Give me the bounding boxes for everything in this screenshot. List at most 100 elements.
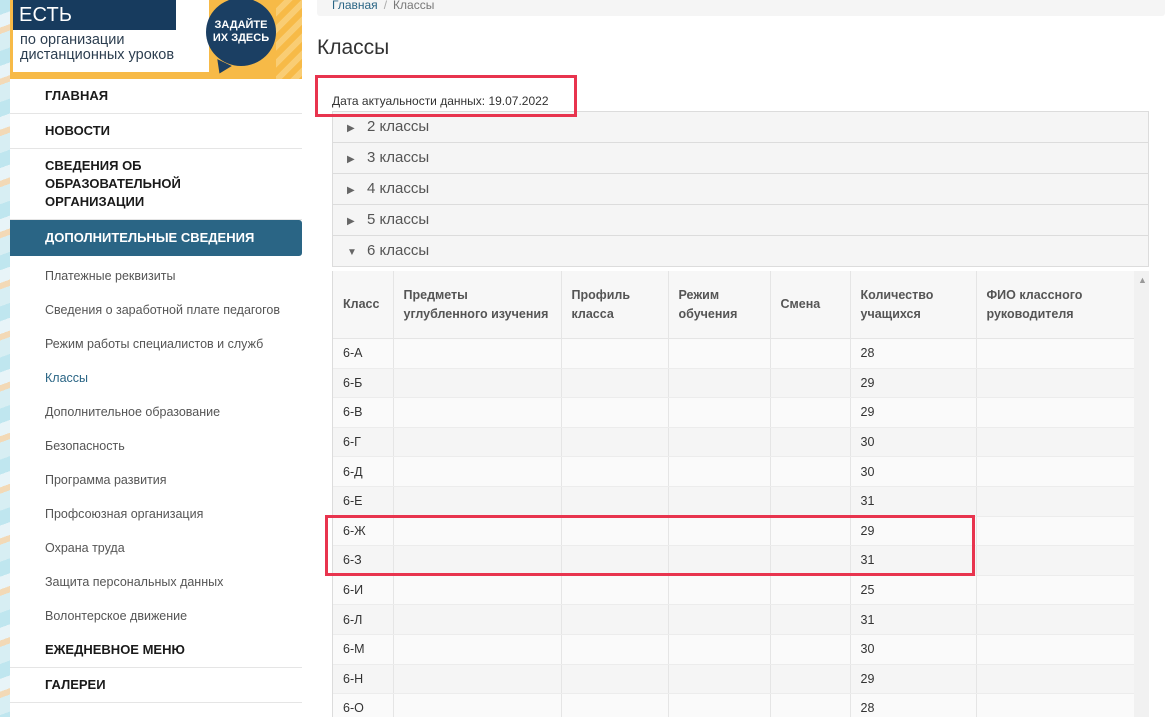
sidebar-sub-teacher-salary[interactable]: Сведения о заработной плате педагогов	[10, 293, 302, 327]
table-cell	[393, 634, 562, 665]
table-cell	[976, 368, 1136, 399]
table-cell	[561, 693, 669, 717]
column-header-teacher: ФИО классного руководителя	[976, 271, 1136, 339]
sidebar-sub-development-program[interactable]: Программа развития	[10, 463, 302, 497]
accordion-grade-4[interactable]: ▶ 4 классы	[332, 174, 1149, 205]
classes-table: Класс Предметы углубленного изучения Про…	[333, 271, 1136, 717]
table-row: 6-А 28	[333, 338, 1136, 369]
table-cell	[770, 545, 851, 576]
table-cell	[668, 486, 771, 517]
accordion-label: 2 классы	[367, 118, 430, 135]
table-cell	[668, 604, 771, 635]
ask-here-bubble[interactable]: ЗАДАЙТЕ ИХ ЗДЕСЬ	[206, 0, 276, 66]
table-cell	[976, 456, 1136, 487]
accordion-grade-3[interactable]: ▶ 3 классы	[332, 143, 1149, 174]
sidebar-sub-volunteering[interactable]: Волонтерское движение	[10, 599, 302, 633]
nav-item-daily-menu[interactable]: ЕЖЕДНЕВНОЕ МЕНЮ	[10, 633, 302, 668]
table-cell	[770, 368, 851, 399]
table-cell: 28	[850, 693, 977, 717]
nav-item-organization-info[interactable]: СВЕДЕНИЯ ОБ ОБРАЗОВАТЕЛЬНОЙ ОРГАНИЗАЦИИ	[10, 149, 302, 220]
column-header-class: Класс	[333, 271, 394, 339]
table-cell	[561, 664, 669, 695]
accordion-label: 3 классы	[367, 149, 430, 166]
table-cell	[770, 516, 851, 547]
decorative-background-strip	[0, 0, 10, 717]
table-cell	[770, 634, 851, 665]
table-cell	[393, 516, 562, 547]
table-cell	[770, 575, 851, 606]
table-cell	[393, 338, 562, 369]
data-date: Дата актуальности данных: 19.07.2022	[332, 94, 549, 108]
expanded-arrow-icon: ▼	[347, 247, 357, 258]
sidebar-sub-labor-protection[interactable]: Охрана труда	[10, 531, 302, 565]
table-cell	[668, 693, 771, 717]
sidebar-sub-specialists-schedule[interactable]: Режим работы специалистов и служб	[10, 327, 302, 361]
table-body: 6-А 28 6-Б 29 6-В 29 6-Г 30 6-Д 30 6-Е 31 6-Ж 29 6-З 31…	[333, 338, 1136, 717]
table-row: 6-З 31	[333, 545, 1136, 576]
table-cell: 6-О	[333, 693, 394, 717]
breadcrumb-home-link[interactable]: Главная	[332, 0, 378, 12]
table-row: 6-Е 31	[333, 486, 1136, 517]
table-row: 6-И 25	[333, 575, 1136, 606]
table-cell	[976, 397, 1136, 428]
sidebar-sub-personal-data[interactable]: Защита персональных данных	[10, 565, 302, 599]
table-cell: 6-М	[333, 634, 394, 665]
breadcrumb-separator: /	[383, 0, 388, 12]
table-cell	[976, 634, 1136, 665]
nav-item-news[interactable]: НОВОСТИ	[10, 114, 302, 149]
banner-stripe-decoration	[276, 0, 302, 79]
table-cell	[976, 693, 1136, 717]
accordion-grade-6[interactable]: ▼ 6 классы	[332, 236, 1149, 267]
table-cell	[976, 664, 1136, 695]
table-cell	[393, 368, 562, 399]
breadcrumb: Главная / Классы	[317, 0, 1165, 16]
table-cell: 6-И	[333, 575, 394, 606]
table-cell	[561, 456, 669, 487]
table-cell	[770, 604, 851, 635]
table-row: 6-М 30	[333, 634, 1136, 665]
table-cell	[393, 575, 562, 606]
table-cell	[561, 545, 669, 576]
table-cell	[668, 545, 771, 576]
nav-item-additional-info[interactable]: ДОПОЛНИТЕЛЬНЫЕ СВЕДЕНИЯ	[10, 220, 302, 256]
table-cell	[770, 456, 851, 487]
sidebar-sub-classes[interactable]: Классы	[10, 361, 302, 395]
table-row: 6-Г 30	[333, 427, 1136, 458]
sidebar-sub-trade-union[interactable]: Профсоюзная организация	[10, 497, 302, 531]
table-cell: 29	[850, 368, 977, 399]
column-header-profile: Профиль класса	[561, 271, 669, 339]
table-cell	[393, 456, 562, 487]
table-cell: 29	[850, 664, 977, 695]
sidebar-sub-safety[interactable]: Безопасность	[10, 429, 302, 463]
table-row: 6-Н 29	[333, 664, 1136, 695]
breadcrumb-current: Классы	[393, 0, 435, 12]
table-cell: 31	[850, 545, 977, 576]
collapsed-arrow-icon: ▶	[347, 123, 355, 134]
table-scrollbar[interactable]: ▲	[1134, 271, 1149, 717]
accordion-grade-5[interactable]: ▶ 5 классы	[332, 205, 1149, 236]
questions-banner[interactable]: ЕСТЬ ВОПРОСЫ по организации дистанционны…	[10, 0, 302, 79]
table-cell	[393, 397, 562, 428]
collapsed-arrow-icon: ▶	[347, 154, 355, 165]
table-cell: 30	[850, 456, 977, 487]
nav-item-home[interactable]: ГЛАВНАЯ	[10, 79, 302, 114]
column-header-mode: Режим обучения	[668, 271, 771, 339]
table-cell	[668, 368, 771, 399]
table-cell: 31	[850, 486, 977, 517]
table-cell	[561, 604, 669, 635]
table-cell: 29	[850, 397, 977, 428]
scroll-up-arrow-icon[interactable]: ▲	[1138, 275, 1147, 285]
accordion-grade-2[interactable]: ▶ 2 классы	[332, 111, 1149, 143]
banner-subtitle: по организации дистанционных уроков	[20, 33, 174, 63]
sidebar-sub-payment-details[interactable]: Платежные реквизиты	[10, 259, 302, 293]
sidebar-nav: ГЛАВНАЯ НОВОСТИ СВЕДЕНИЯ ОБ ОБРАЗОВАТЕЛЬ…	[10, 79, 302, 703]
sidebar-sub-additional-education[interactable]: Дополнительное образование	[10, 395, 302, 429]
table-cell: 6-В	[333, 397, 394, 428]
banner-title: ЕСТЬ ВОПРОСЫ	[13, 0, 176, 56]
nav-item-galleries[interactable]: ГАЛЕРЕИ	[10, 668, 302, 703]
table-cell	[976, 338, 1136, 369]
table-cell	[668, 516, 771, 547]
table-cell	[976, 575, 1136, 606]
table-cell	[770, 486, 851, 517]
table-cell: 6-Д	[333, 456, 394, 487]
